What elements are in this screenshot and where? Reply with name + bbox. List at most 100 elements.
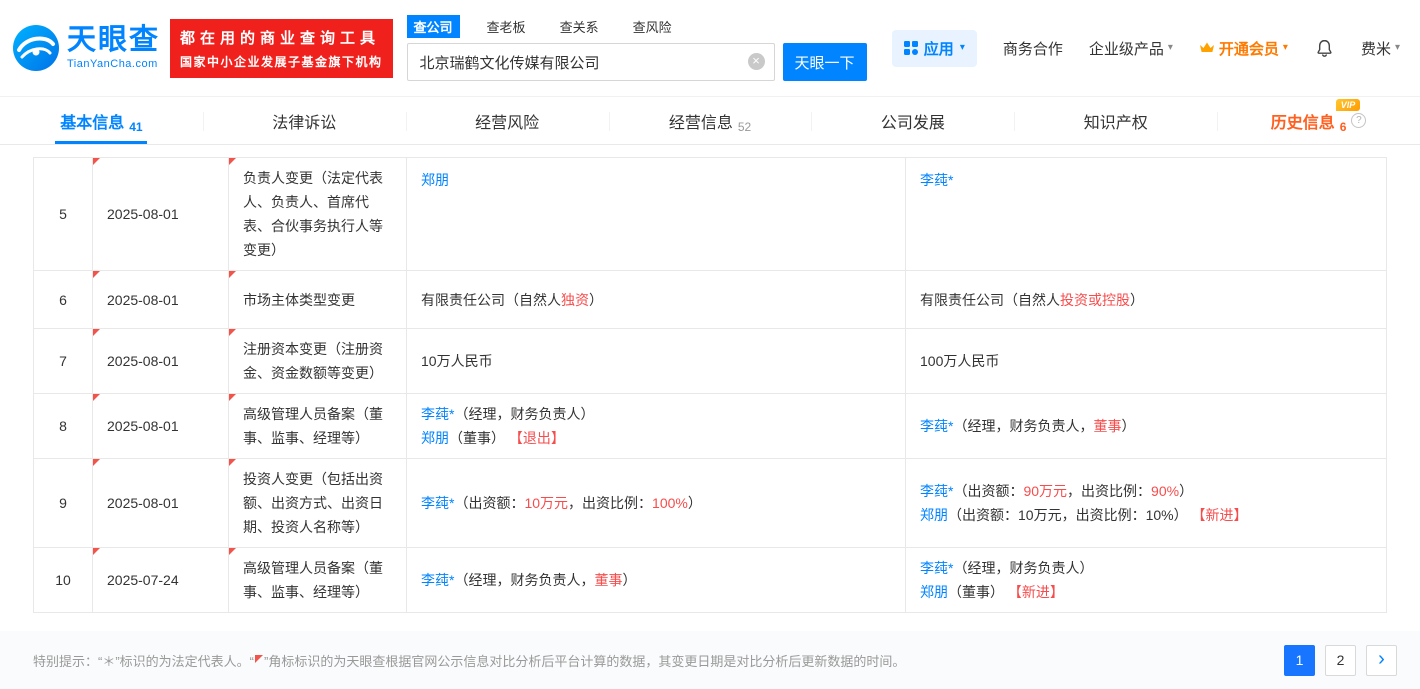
- person-link[interactable]: 郑朋: [920, 507, 948, 523]
- tab-label: 公司发展: [881, 109, 945, 133]
- after-change: 李莼*: [906, 158, 1387, 271]
- search-button[interactable]: 天眼一下: [783, 43, 867, 81]
- user-menu[interactable]: 费米▾: [1361, 38, 1400, 59]
- before-change: 李莼*（经理，财务负责人） 郑朋（董事） 【退出】: [407, 394, 906, 459]
- highlight-text: 独资: [561, 292, 589, 308]
- change-date: 2025-08-01: [93, 329, 229, 394]
- cell-text: （经理，财务负责人，: [953, 418, 1093, 434]
- highlight-text: 【新进】: [1191, 507, 1247, 523]
- person-link[interactable]: 李莼*: [920, 483, 953, 499]
- person-link[interactable]: 李莼*: [421, 406, 454, 422]
- logo-brand-text: 天眼查: [67, 26, 160, 55]
- tab-intellectual-property[interactable]: 知识产权: [1014, 97, 1217, 144]
- tab-badge: 41: [129, 120, 142, 134]
- apps-menu[interactable]: 应用 ▾: [892, 30, 977, 67]
- vip-badge: VIP: [1336, 99, 1361, 112]
- after-change: 李莼*（出资额：90万元，出资比例：90%）郑朋（出资额：10万元，出资比例：1…: [906, 459, 1387, 548]
- person-link[interactable]: 郑朋: [920, 584, 948, 600]
- search-input[interactable]: [407, 43, 775, 81]
- tianyancha-logo-icon: [12, 24, 60, 72]
- tab-label: 历史信息: [1271, 109, 1335, 133]
- change-type: 负责人变更（法定代表人、负责人、首席代表、合伙事务执行人等变更）: [229, 158, 407, 271]
- highlight-text: 10万元: [524, 495, 568, 511]
- cell-text: 10万人民币: [421, 353, 493, 369]
- link-enterprise-products[interactable]: 企业级产品 ▾: [1089, 38, 1173, 59]
- change-date: 2025-08-01: [93, 394, 229, 459]
- tab-label: 知识产权: [1084, 109, 1148, 133]
- search-tab-risk[interactable]: 查风险: [626, 15, 679, 38]
- chevron-down-icon: ▾: [1168, 43, 1173, 53]
- help-icon[interactable]: ?: [1351, 113, 1366, 128]
- tab-basic-info[interactable]: 基本信息41: [0, 97, 203, 144]
- before-change: 李莼*（经理，财务负责人，董事）: [407, 548, 906, 613]
- before-change: 李莼*（出资额：10万元，出资比例：100%）: [407, 459, 906, 548]
- main-content: 52025-08-01负责人变更（法定代表人、负责人、首席代表、合伙事务执行人等…: [0, 145, 1420, 613]
- highlight-text: 100%: [652, 495, 688, 511]
- change-record-row: 82025-08-01高级管理人员备案（董事、监事、经理等）李莼*（经理，财务负…: [34, 394, 1387, 459]
- crown-icon: [1199, 41, 1215, 55]
- slogan-banner: 都在用的商业查询工具 国家中小企业发展子基金旗下机构: [170, 19, 393, 78]
- before-change: 郑朋: [407, 158, 906, 271]
- chevron-down-icon: ▾: [1395, 43, 1400, 53]
- link-label: 企业级产品: [1089, 38, 1164, 59]
- tab-company-development[interactable]: 公司发展: [811, 97, 1014, 144]
- search-tab-relation[interactable]: 查关系: [553, 15, 606, 38]
- page-button-1[interactable]: 1: [1284, 645, 1315, 676]
- logo-domain-text: TianYanCha.com: [67, 59, 160, 70]
- search-tab-company[interactable]: 查公司: [407, 15, 460, 38]
- highlight-text: 投资或控股: [1060, 292, 1130, 308]
- cell-text: （出资额：: [953, 483, 1023, 499]
- link-business-cooperation[interactable]: 商务合作: [1003, 38, 1063, 59]
- cell-text: 100万人民币: [920, 353, 999, 369]
- cell-text: ）: [622, 572, 636, 588]
- highlight-text: 【新进】: [1008, 584, 1064, 600]
- change-type: 高级管理人员备案（董事、监事、经理等）: [229, 548, 407, 613]
- tab-operating-risk[interactable]: 经营风险: [406, 97, 609, 144]
- after-change: 100万人民币: [906, 329, 1387, 394]
- top-header: 天眼查 TianYanCha.com 都在用的商业查询工具 国家中小企业发展子基…: [0, 0, 1420, 96]
- cell-text: ）: [1121, 418, 1135, 434]
- next-page-button[interactable]: ›: [1366, 645, 1397, 676]
- cell-text: （出资额：10万元，出资比例：10%）: [948, 507, 1191, 523]
- change-record-row: 72025-08-01注册资本变更（注册资金、资金数额等变更）10万人民币100…: [34, 329, 1387, 394]
- person-link[interactable]: 李莼*: [421, 495, 454, 511]
- footnote-text-1: 特别提示：“＊”标识的为法定代表人。“: [33, 654, 254, 669]
- page: 天眼查 TianYanCha.com 都在用的商业查询工具 国家中小企业发展子基…: [0, 0, 1420, 689]
- footnote-text-2: ”角标标识的为天眼查根据官网公示信息对比分析后平台计算的数据，其变更日期是对比分…: [264, 654, 905, 669]
- tab-history-info[interactable]: 历史信息VIP6?: [1217, 97, 1420, 144]
- tianyancha-logo[interactable]: 天眼查 TianYanCha.com: [12, 24, 160, 72]
- change-type: 投资人变更（包括出资额、出资方式、出资日期、投资人名称等）: [229, 459, 407, 548]
- search-tab-boss[interactable]: 查老板: [480, 15, 533, 38]
- cell-text: 有限责任公司（自然人: [421, 292, 561, 308]
- before-change: 有限责任公司（自然人独资）: [407, 271, 906, 329]
- tab-label: 经营信息: [669, 109, 733, 133]
- person-link[interactable]: 李莼*: [920, 172, 953, 188]
- vip-upgrade-link[interactable]: 开通会员 ▾: [1199, 38, 1288, 59]
- clear-search-icon[interactable]: ×: [748, 53, 765, 70]
- person-link[interactable]: 李莼*: [920, 418, 953, 434]
- cell-text: ）: [1179, 483, 1193, 499]
- link-label: 商务合作: [1003, 38, 1063, 59]
- chevron-down-icon: ▾: [1283, 43, 1288, 53]
- change-record-row: 52025-08-01负责人变更（法定代表人、负责人、首席代表、合伙事务执行人等…: [34, 158, 1387, 271]
- row-number: 8: [34, 394, 93, 459]
- tab-legal-proceedings[interactable]: 法律诉讼: [203, 97, 406, 144]
- header-right-nav: 应用 ▾ 商务合作 企业级产品 ▾ 开通会员 ▾ 费米▾: [892, 30, 1400, 67]
- person-link[interactable]: 李莼*: [920, 560, 953, 576]
- cell-text: （董事）: [449, 430, 509, 446]
- person-link[interactable]: 郑朋: [421, 430, 449, 446]
- row-number: 9: [34, 459, 93, 548]
- row-number: 5: [34, 158, 93, 271]
- cell-text: （经理，财务负责人）: [454, 406, 594, 422]
- person-link[interactable]: 李莼*: [421, 572, 454, 588]
- tab-business-info[interactable]: 经营信息 52: [609, 97, 812, 144]
- person-link[interactable]: 郑朋: [421, 172, 449, 188]
- change-record-row: 92025-08-01投资人变更（包括出资额、出资方式、出资日期、投资人名称等）…: [34, 459, 1387, 548]
- highlight-text: 90万元: [1023, 483, 1067, 499]
- page-button-2[interactable]: 2: [1325, 645, 1356, 676]
- highlight-text: 【退出】: [509, 430, 565, 446]
- change-type: 注册资本变更（注册资金、资金数额等变更）: [229, 329, 407, 394]
- row-number: 6: [34, 271, 93, 329]
- notification-bell-icon[interactable]: [1314, 38, 1335, 59]
- tab-badge: 52: [738, 120, 751, 134]
